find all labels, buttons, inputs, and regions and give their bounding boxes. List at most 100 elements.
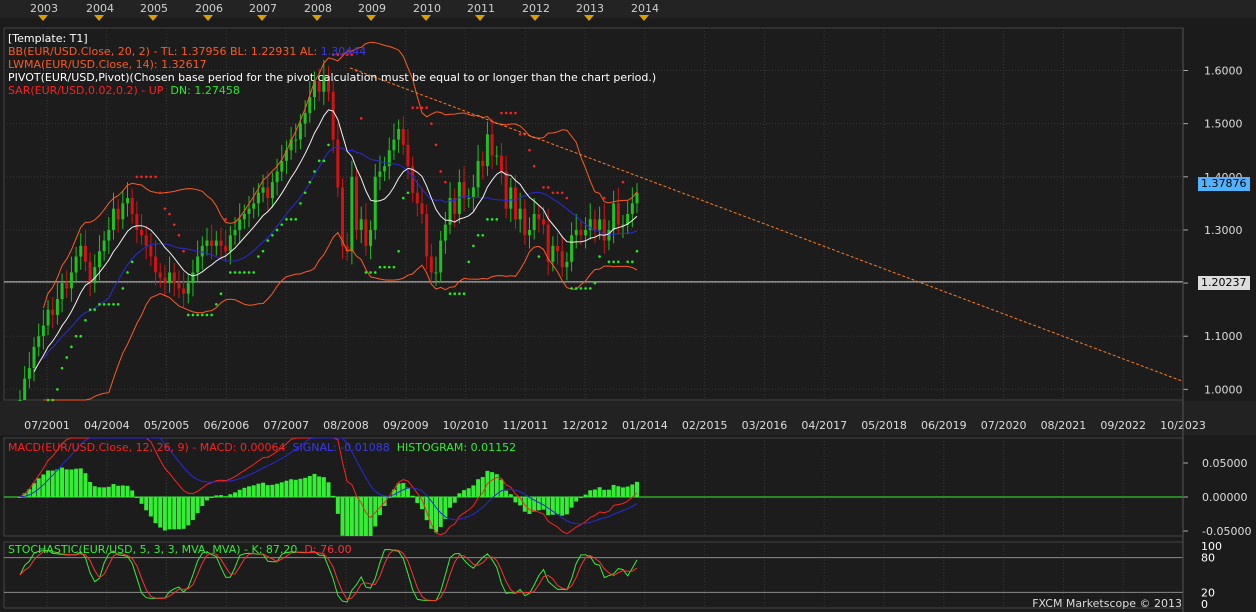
sar-dot	[215, 303, 218, 306]
macd-legend: MACD(EUR/USD.Close, 12, 26, 9) - MACD: 0…	[8, 441, 517, 454]
histogram-bar	[111, 484, 116, 497]
histogram-bar	[261, 482, 266, 497]
sar-dot	[387, 265, 391, 269]
candle-body	[471, 187, 475, 199]
histogram-bar	[527, 497, 532, 514]
histogram-bar	[321, 477, 326, 497]
candle-body	[46, 309, 50, 326]
candle-body	[616, 203, 620, 225]
histogram-bar	[102, 487, 107, 497]
histogram-bar	[172, 497, 177, 530]
histogram-bar	[592, 489, 597, 497]
sar-dot	[490, 218, 494, 221]
candle-body	[242, 214, 246, 220]
candle-body	[560, 251, 564, 268]
histogram-bar	[106, 486, 111, 497]
candle-body	[238, 219, 242, 230]
sar-dot	[60, 366, 64, 370]
candle-body	[495, 155, 499, 157]
histogram-bar	[331, 495, 336, 497]
histogram-bar	[588, 490, 593, 497]
sar-dot	[163, 207, 167, 210]
sar-dot	[560, 191, 564, 195]
top-year-label: 2010	[413, 2, 441, 15]
histogram-bar	[242, 487, 247, 497]
sar-dot	[271, 233, 274, 237]
candle-body	[378, 171, 382, 177]
sar-dot	[285, 218, 288, 221]
sar-dot	[504, 111, 508, 115]
histogram-bar	[195, 497, 200, 513]
histogram-bar	[69, 469, 74, 497]
candle-body	[355, 176, 359, 230]
candle-body	[579, 229, 583, 236]
candle-body	[182, 288, 186, 294]
sar-legend: SAR(EUR/USD,0.02,0.2) - UP DN: 1.27458	[8, 84, 240, 97]
histogram-bar	[181, 497, 186, 529]
histogram-bar	[186, 497, 191, 526]
histogram-bar	[620, 487, 625, 497]
histogram-bar	[55, 469, 60, 497]
candle-body	[570, 235, 574, 262]
histogram-bar	[204, 497, 209, 501]
sar-dot	[130, 260, 134, 264]
sar-dot	[154, 175, 157, 179]
candle-body	[69, 272, 73, 289]
sar-dot	[289, 218, 293, 221]
candle-body	[513, 187, 517, 220]
macd-y-label: -0.05000	[1202, 525, 1251, 538]
histogram-bar	[200, 497, 205, 506]
histogram-bar	[237, 489, 242, 497]
histogram-bar	[270, 484, 275, 497]
candle-body	[83, 245, 87, 262]
sar-dot	[79, 334, 83, 338]
histogram-bar	[326, 482, 331, 497]
histogram-bar	[120, 485, 125, 497]
x-axis-label: 07/2007	[263, 419, 309, 432]
histogram-bar	[228, 494, 233, 497]
sar-dot	[233, 271, 237, 274]
sar-dot	[182, 249, 185, 253]
candle-body	[584, 229, 588, 236]
histogram-bar	[289, 479, 294, 497]
sar-dot	[257, 255, 260, 258]
sar-dot	[205, 313, 209, 317]
histogram-bar	[78, 468, 83, 497]
top-year-label: 2004	[86, 2, 114, 15]
candle-body	[93, 267, 97, 284]
y-axis-label: 1.3000	[1204, 224, 1243, 237]
sar-dot	[518, 132, 522, 136]
candle-body	[149, 245, 153, 257]
sar-dot	[84, 318, 87, 322]
sar-dot	[224, 218, 227, 221]
sar-dot	[308, 180, 312, 184]
x-axis-label: 04/2017	[801, 419, 847, 432]
sar-dot	[303, 191, 307, 195]
sar-dot	[602, 196, 606, 200]
sar-dot	[322, 159, 326, 163]
x-axis-label: 06/2006	[204, 419, 250, 432]
candle-body	[130, 198, 134, 214]
candle-body	[107, 229, 111, 241]
sar-dot	[140, 175, 143, 179]
candle-body	[341, 187, 345, 246]
sar-dot	[107, 303, 111, 306]
histogram-bar	[569, 497, 574, 508]
candle-body	[518, 208, 522, 220]
sar-dot	[144, 175, 148, 179]
histogram-bar	[490, 472, 495, 497]
candle-body	[41, 325, 45, 337]
sar-dot	[88, 308, 92, 311]
sar-dot	[299, 202, 302, 205]
sar-dot	[369, 271, 372, 274]
sar-dot	[65, 356, 69, 359]
sar-dot	[574, 287, 578, 290]
candle-body	[509, 187, 513, 209]
histogram-bar	[307, 476, 312, 497]
stoch-y-label: 0	[1201, 598, 1208, 611]
sar-dot	[401, 196, 405, 200]
candle-body	[191, 272, 195, 284]
candle-body	[210, 240, 214, 246]
histogram-bar	[630, 484, 635, 497]
x-axis-label: 07/2001	[24, 419, 70, 432]
